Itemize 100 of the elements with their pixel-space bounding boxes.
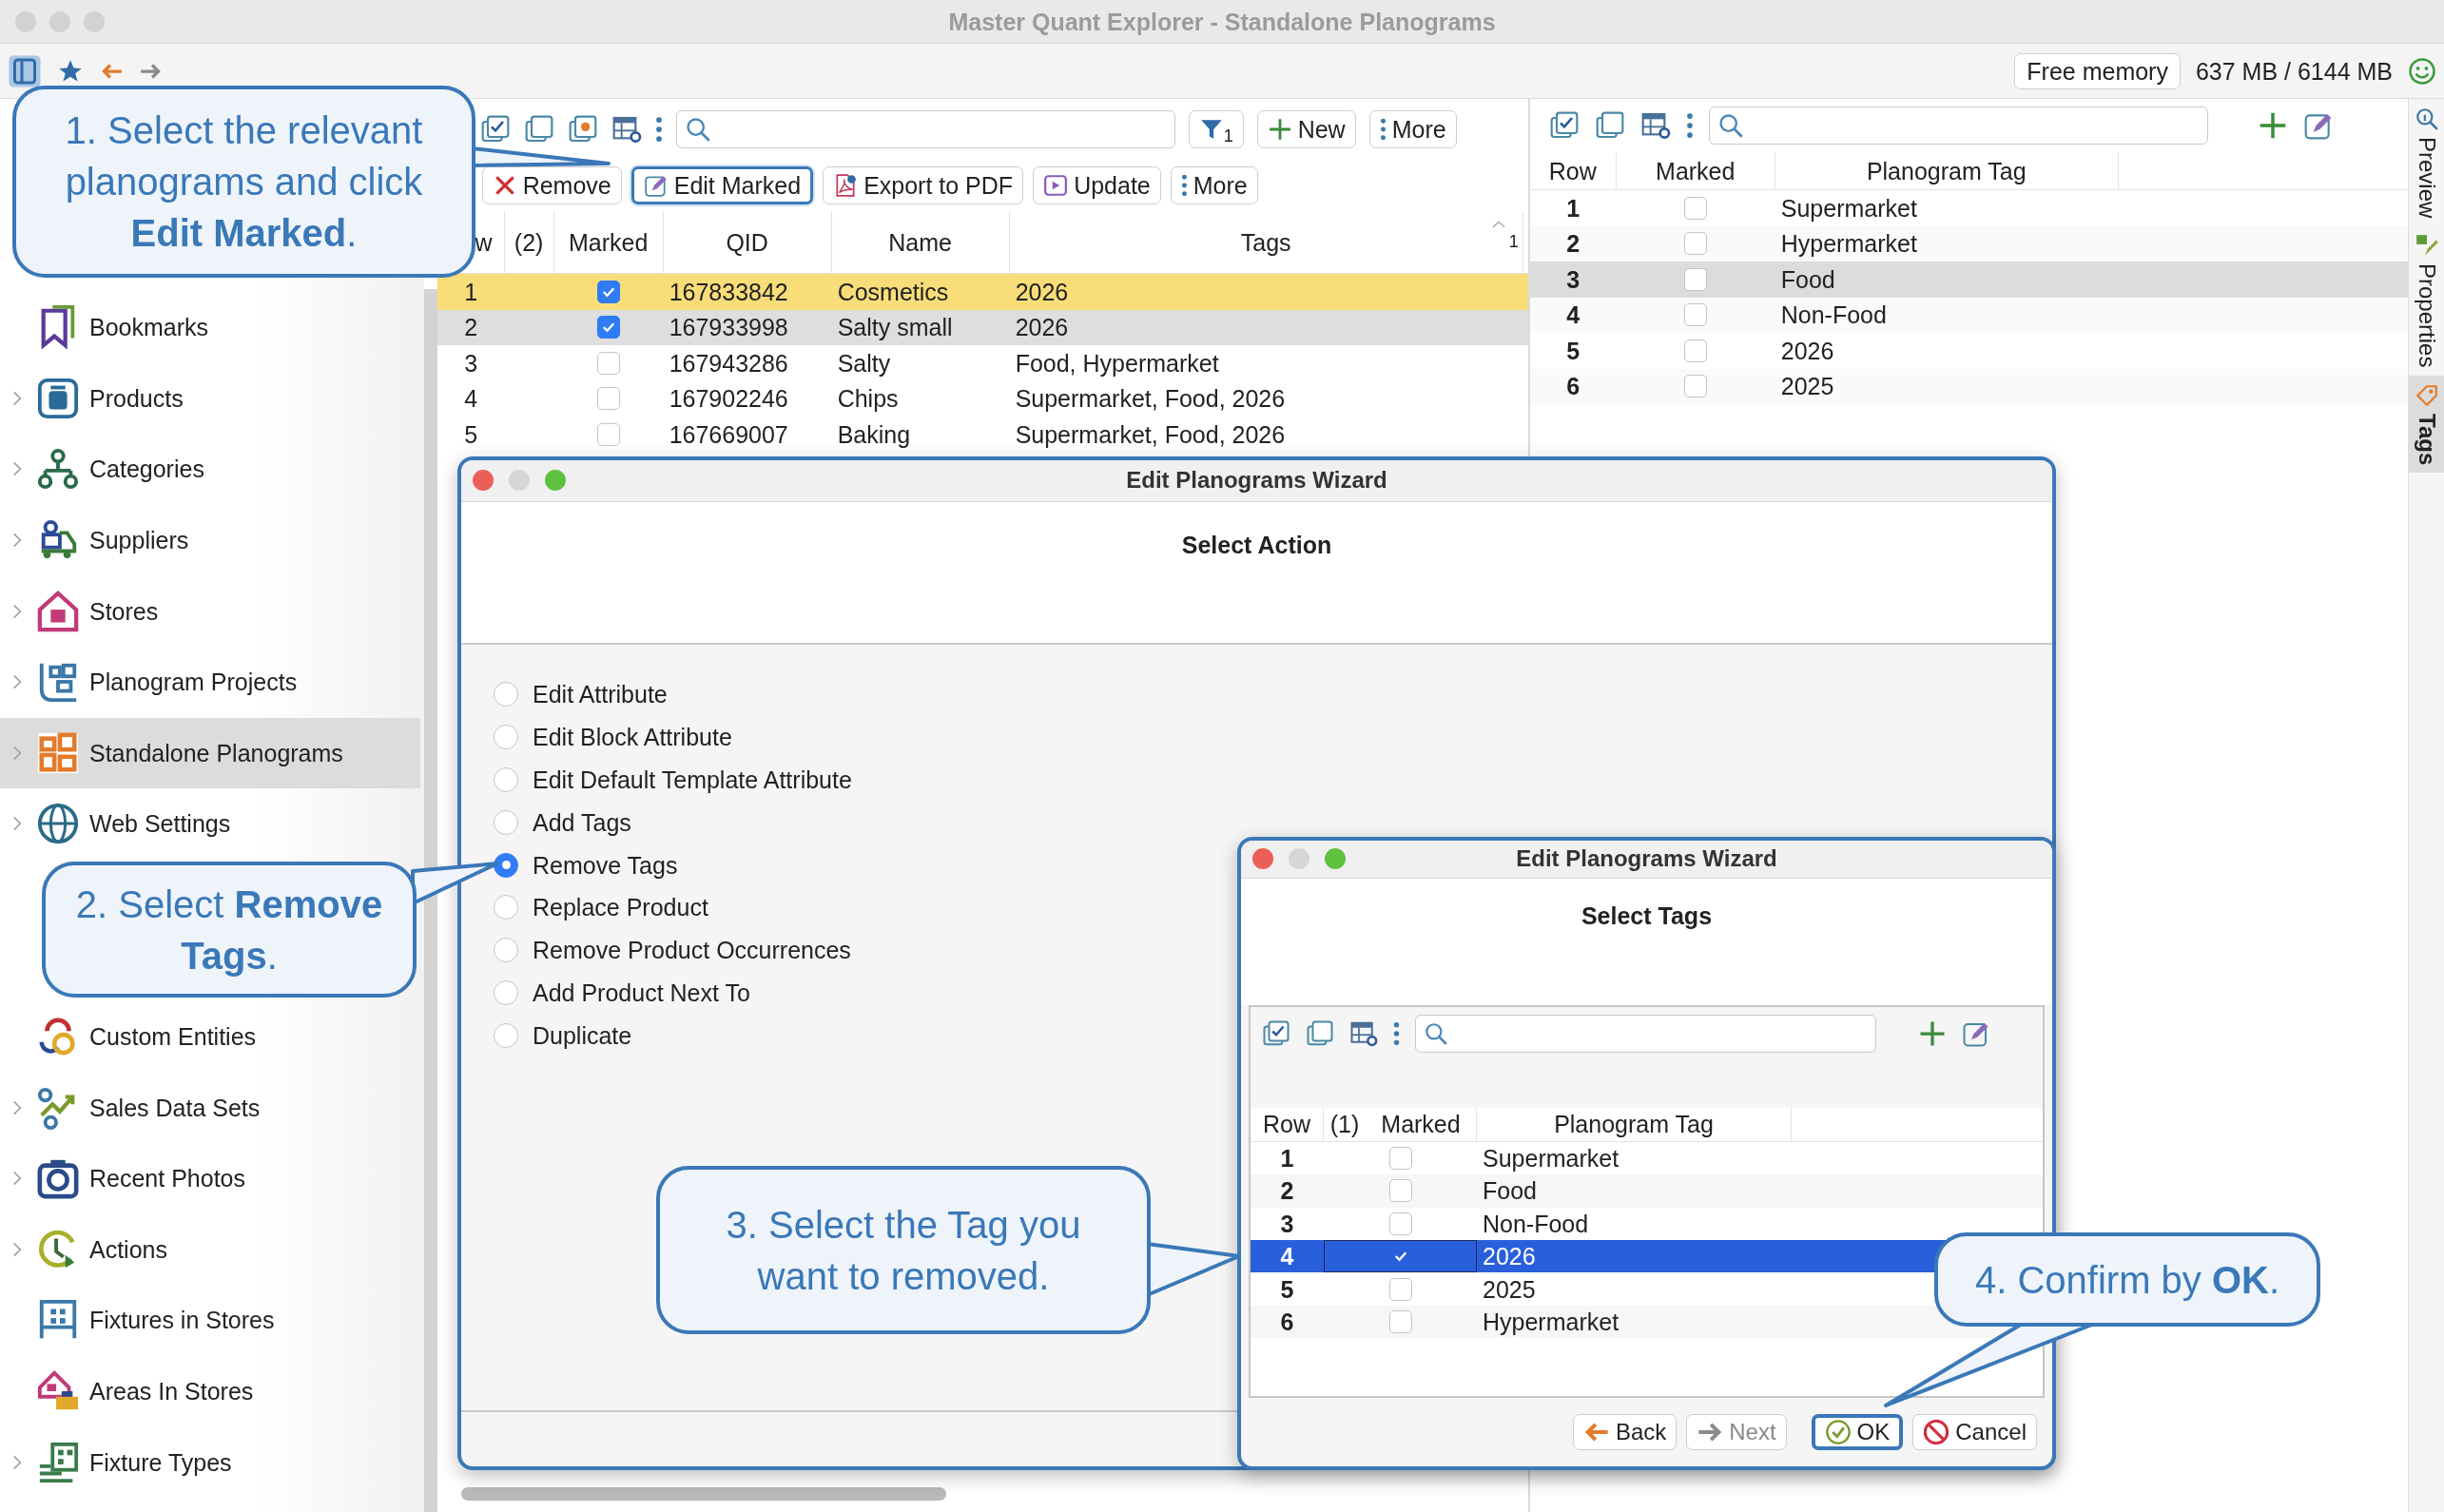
table-row[interactable]: 1 Supermarket	[1251, 1141, 2043, 1175]
table-settings-icon[interactable]	[611, 114, 642, 145]
checkbox[interactable]	[1684, 339, 1708, 362]
table-cell: Supermarket	[1780, 194, 1917, 222]
table-row[interactable]: 6 2025	[1529, 368, 2409, 404]
table-row[interactable]: 3 Food	[1529, 262, 2409, 298]
sidebar-item[interactable]: Areas In Stores	[0, 1355, 424, 1427]
radio-button[interactable]	[494, 979, 518, 1005]
search-field[interactable]	[1415, 1014, 1876, 1053]
checkbox[interactable]	[1684, 196, 1708, 220]
checklist-icon[interactable]	[1548, 110, 1580, 141]
dialog-button[interactable]: OK	[1811, 1414, 1904, 1451]
sidebar-item[interactable]: Custom Entities	[0, 1000, 424, 1073]
radio-button[interactable]	[494, 938, 518, 963]
action-button[interactable]: More	[1170, 166, 1258, 204]
callout: 3. Select the Tag you want to removed.	[656, 1166, 1151, 1334]
window-control[interactable]	[473, 470, 494, 491]
radio-button[interactable]	[494, 1022, 518, 1048]
action-button[interactable]: Export to PDF	[823, 166, 1024, 204]
copy-icon[interactable]	[1594, 110, 1625, 141]
window-control[interactable]	[545, 470, 566, 491]
table-cell: Supermarket, Food, 2026	[1015, 419, 1286, 449]
scrollbar[interactable]	[460, 1487, 946, 1501]
table-cell: 167833842	[669, 277, 788, 306]
dialog-button[interactable]: Back	[1572, 1414, 1678, 1451]
sidebar-item[interactable]: Web Settings	[0, 788, 424, 860]
shelf-icon	[36, 730, 80, 775]
sidebar-item[interactable]: Planogram Projects	[0, 646, 424, 718]
action-button[interactable]: Edit Marked	[630, 166, 814, 204]
sidebar-item[interactable]: Suppliers	[0, 504, 424, 576]
checkbox[interactable]	[1388, 1309, 1412, 1333]
table-row[interactable]: 1 167833842 Cosmetics 2026	[436, 274, 1528, 310]
more-icon[interactable]	[1685, 111, 1694, 140]
table-row[interactable]: 4 167902246 Chips Supermarket, Food, 2026	[436, 380, 1528, 417]
radio-button[interactable]	[494, 852, 518, 878]
checklist-icon[interactable]	[479, 114, 511, 145]
column-header: w	[475, 227, 493, 257]
checkbox[interactable]	[1684, 303, 1708, 327]
action-button[interactable]: Update	[1033, 166, 1161, 204]
radio-button[interactable]	[494, 895, 518, 921]
sidebar-item[interactable]: Fixtures in Stores	[0, 1285, 424, 1356]
sidebar-item[interactable]: Standalone Planograms	[0, 717, 420, 789]
sidebar-item[interactable]: Sales Data Sets	[0, 1072, 424, 1143]
sidebar-item[interactable]: Actions	[0, 1213, 424, 1286]
checkbox[interactable]	[1388, 1179, 1412, 1203]
sidebar-item[interactable]: Products	[0, 362, 424, 435]
radio-button[interactable]	[494, 767, 518, 792]
side-tab[interactable]: Properties	[2409, 225, 2444, 376]
table-row[interactable]: 3 Non-Food	[1251, 1207, 2043, 1240]
table-cell: 3	[464, 348, 478, 378]
more-icon[interactable]	[654, 115, 663, 144]
sidebar-item[interactable]: Recent Photos	[0, 1142, 424, 1214]
checkbox[interactable]	[597, 351, 621, 375]
radio-button[interactable]	[494, 682, 518, 708]
table-row[interactable]: 2 167933998 Salty small 2026	[436, 309, 1528, 345]
checkbox[interactable]	[597, 422, 621, 446]
table-row[interactable]: 3 167943286 Salty Food, Hypermarket	[436, 345, 1528, 381]
checkbox[interactable]	[1388, 1277, 1412, 1301]
side-tab[interactable]: Tags	[2409, 375, 2444, 473]
sidebar-item[interactable]: Bookmarks	[0, 292, 424, 363]
action-button[interactable]: Remove	[481, 166, 622, 204]
memory-button[interactable]: Free memory	[2014, 52, 2181, 89]
sidebar-item[interactable]: Fixture Types	[0, 1426, 424, 1498]
side-tab[interactable]: Preview	[2409, 99, 2444, 226]
radio-button[interactable]	[494, 725, 518, 750]
more-button[interactable]: More	[1368, 110, 1457, 148]
more-icon[interactable]	[1393, 1019, 1400, 1047]
copy-icon[interactable]	[1306, 1018, 1334, 1048]
sidebar-item[interactable]: Stores	[0, 575, 424, 647]
checkbox[interactable]	[597, 387, 621, 411]
tag-icon	[2414, 382, 2439, 408]
dialog-heading: Select Tags	[1581, 901, 1713, 929]
checkbox[interactable]	[1684, 232, 1708, 256]
radio-label: Add Tags	[533, 807, 631, 837]
filter-button[interactable]: 1	[1188, 110, 1244, 148]
search-field[interactable]	[675, 110, 1175, 148]
table-row[interactable]: 5 167669007 Baking Supermarket, Food, 2026	[436, 417, 1528, 453]
radio-label: Edit Block Attribute	[533, 723, 732, 752]
new-button[interactable]: New	[1256, 110, 1356, 148]
checkbox[interactable]	[1684, 375, 1708, 398]
window-control[interactable]	[1252, 848, 1273, 869]
help-icon[interactable]	[567, 114, 598, 145]
checkbox[interactable]	[1388, 1146, 1412, 1170]
table-cell: 5	[464, 419, 478, 449]
table-row[interactable]: 4 Non-Food	[1529, 297, 2409, 333]
dialog-button[interactable]: Cancel	[1912, 1414, 2037, 1451]
checkbox[interactable]	[597, 280, 621, 303]
checkbox[interactable]	[1388, 1212, 1412, 1235]
copy-icon[interactable]	[523, 114, 554, 145]
radio-button[interactable]	[494, 809, 518, 835]
table-row[interactable]: 2 Hypermarket	[1529, 225, 2409, 262]
sidebar-item[interactable]: Categories	[0, 434, 424, 505]
search-field[interactable]	[1708, 107, 2208, 145]
checkbox[interactable]	[597, 316, 621, 339]
table-settings-icon[interactable]	[1639, 110, 1671, 141]
window-control[interactable]	[1325, 848, 1346, 869]
edit-icon	[643, 173, 669, 198]
checklist-icon[interactable]	[1262, 1018, 1290, 1048]
checkbox[interactable]	[1684, 267, 1708, 291]
sidebar-toggle-icon[interactable]	[8, 53, 42, 88]
